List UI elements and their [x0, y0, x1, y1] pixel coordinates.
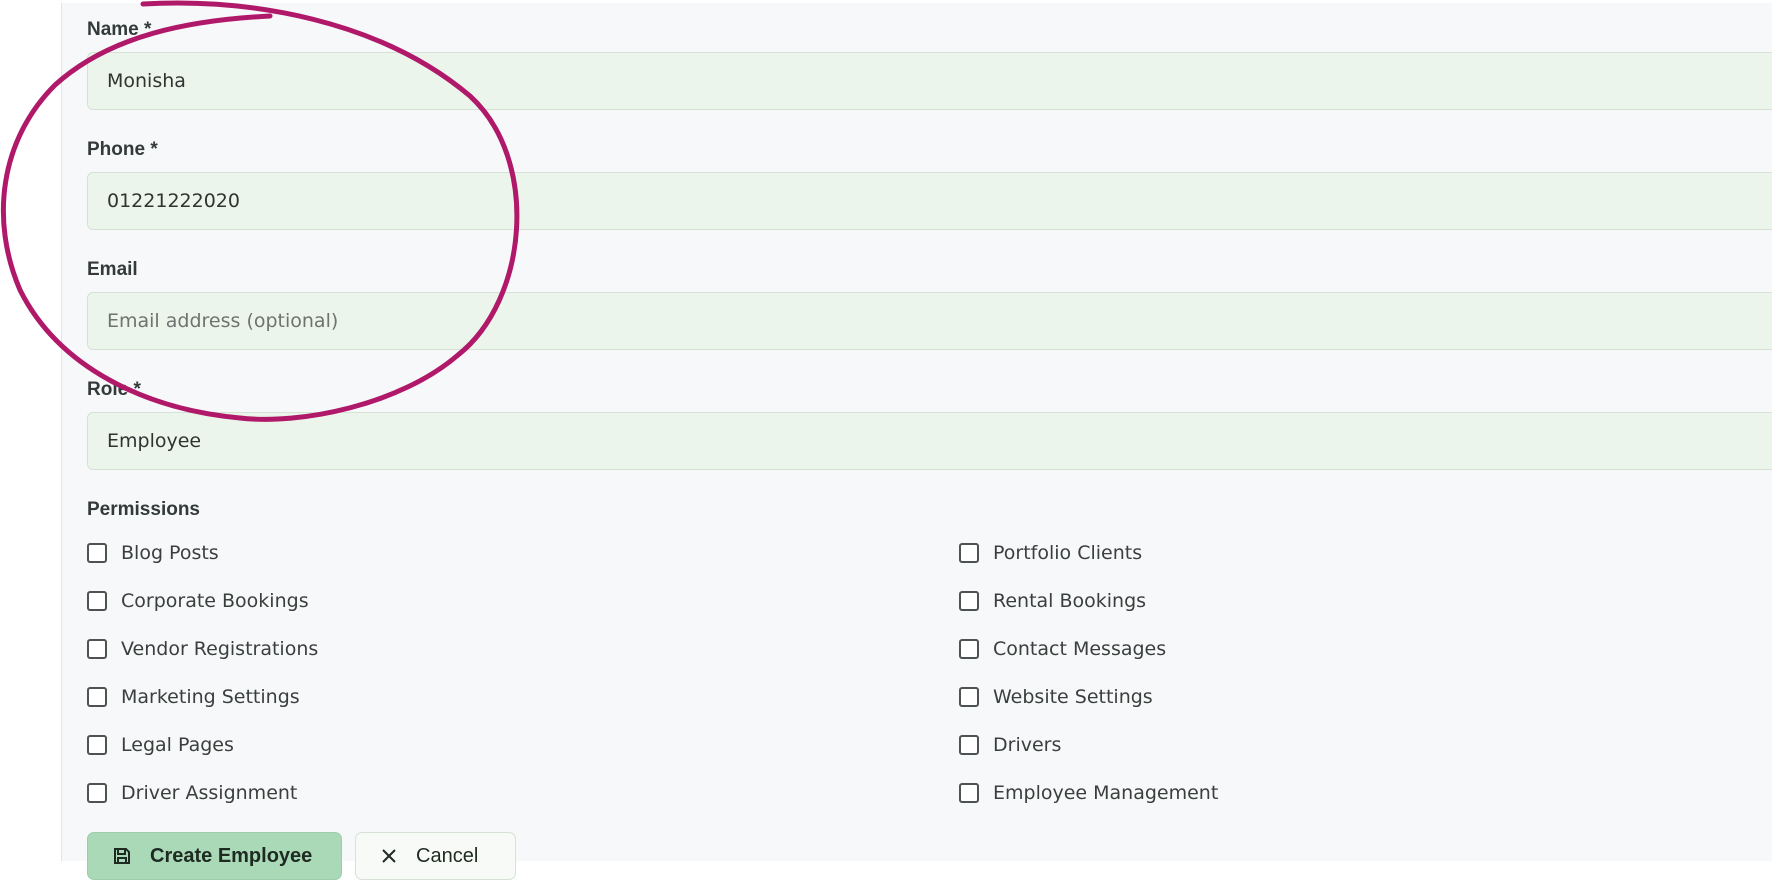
permission-checkbox[interactable]: [959, 783, 979, 803]
cancel-label: Cancel: [416, 844, 479, 867]
permission-checkbox[interactable]: [87, 591, 107, 611]
role-select[interactable]: [87, 412, 1772, 470]
permission-checkbox[interactable]: [87, 543, 107, 563]
permission-label: Legal Pages: [121, 734, 234, 756]
permission-checkbox[interactable]: [959, 735, 979, 755]
permission-item[interactable]: Employee Management: [959, 780, 1218, 806]
cancel-button[interactable]: Cancel: [355, 832, 516, 880]
permission-item[interactable]: Blog Posts: [87, 540, 219, 566]
permission-checkbox[interactable]: [959, 591, 979, 611]
permission-item[interactable]: Legal Pages: [87, 732, 234, 758]
save-icon: [112, 846, 132, 866]
create-employee-button[interactable]: Create Employee: [87, 832, 342, 880]
permission-item[interactable]: Vendor Registrations: [87, 636, 318, 662]
create-employee-label: Create Employee: [150, 844, 313, 867]
permission-item[interactable]: Marketing Settings: [87, 684, 300, 710]
permission-label: Employee Management: [993, 782, 1219, 804]
permission-label: Rental Bookings: [993, 590, 1147, 612]
permission-checkbox[interactable]: [87, 639, 107, 659]
permission-label: Contact Messages: [993, 638, 1167, 660]
permission-checkbox[interactable]: [87, 687, 107, 707]
permission-checkbox[interactable]: [87, 735, 107, 755]
permission-label: Corporate Bookings: [121, 590, 309, 612]
permission-item[interactable]: Contact Messages: [959, 636, 1166, 662]
permission-item[interactable]: Driver Assignment: [87, 780, 297, 806]
name-input[interactable]: [87, 52, 1772, 110]
permission-label: Marketing Settings: [121, 686, 300, 708]
role-label: Role *: [87, 379, 141, 400]
permission-label: Driver Assignment: [121, 782, 298, 804]
close-icon: [380, 847, 398, 865]
permission-checkbox[interactable]: [959, 687, 979, 707]
permission-item[interactable]: Website Settings: [959, 684, 1153, 710]
permission-label: Drivers: [993, 734, 1062, 756]
permissions-heading: Permissions: [87, 499, 200, 520]
permission-label: Blog Posts: [121, 542, 219, 564]
permission-checkbox[interactable]: [959, 543, 979, 563]
permission-item[interactable]: Portfolio Clients: [959, 540, 1142, 566]
permission-item[interactable]: Corporate Bookings: [87, 588, 309, 614]
permission-item[interactable]: Drivers: [959, 732, 1061, 758]
email-input[interactable]: [87, 292, 1772, 350]
email-label: Email: [87, 259, 138, 280]
permission-checkbox[interactable]: [87, 783, 107, 803]
permission-label: Vendor Registrations: [121, 638, 319, 660]
permission-checkbox[interactable]: [959, 639, 979, 659]
phone-input[interactable]: [87, 172, 1772, 230]
name-label: Name *: [87, 19, 152, 40]
permission-label: Website Settings: [993, 686, 1153, 708]
permission-item[interactable]: Rental Bookings: [959, 588, 1146, 614]
phone-label: Phone *: [87, 139, 158, 160]
permission-label: Portfolio Clients: [993, 542, 1143, 564]
